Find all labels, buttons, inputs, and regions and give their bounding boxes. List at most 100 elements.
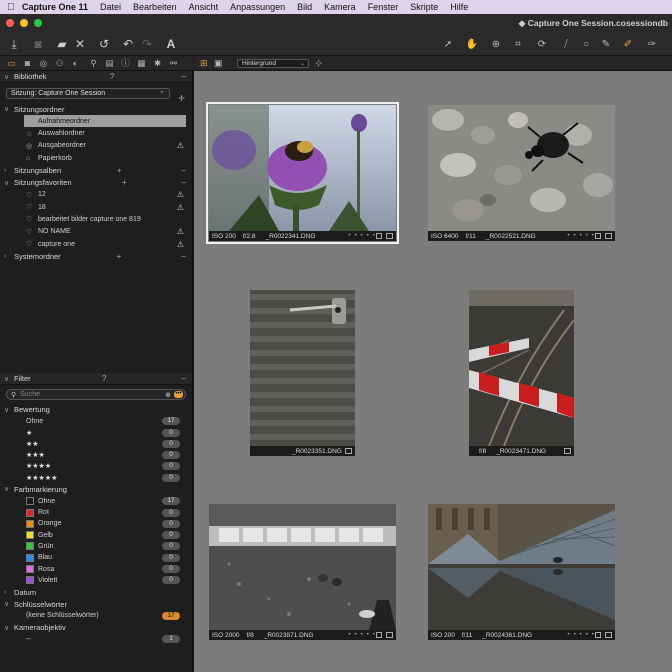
thumbnail-3[interactable]: _R0023351.DNG: [250, 290, 355, 456]
keystone-tool-icon[interactable]: ⧸: [558, 35, 574, 53]
pan-tool-icon[interactable]: ✋: [464, 35, 480, 53]
rating-filter-1[interactable]: ★ 0: [0, 427, 192, 438]
minimize-window-button[interactable]: [20, 19, 28, 27]
rating-filter-2[interactable]: ★★ 0: [0, 438, 192, 449]
filter-panel-header[interactable]: ∨ Filter ? –: [0, 373, 192, 386]
rating-dots[interactable]: • • • • •: [348, 232, 376, 239]
thumbnail-4[interactable]: f/8 _R0023471.DNG: [469, 290, 574, 456]
help-button[interactable]: ?: [102, 374, 106, 383]
panel-menu-button[interactable]: –: [182, 374, 186, 383]
spot-tool-icon[interactable]: ○: [578, 35, 594, 53]
folder-move-icon[interactable]: ▰: [53, 35, 71, 53]
brush-tool-icon[interactable]: ✎: [598, 35, 614, 53]
cursor-tool-icon[interactable]: ➚: [440, 35, 456, 53]
add-favorite-button[interactable]: +: [122, 178, 127, 187]
color-tag-checkbox[interactable]: [345, 448, 352, 454]
color-filter-orange[interactable]: Orange 0: [0, 518, 192, 529]
menu-bearbeiten[interactable]: Bearbeiten: [133, 2, 177, 12]
settings-tab-icon[interactable]: ✱: [152, 58, 163, 69]
favorite-item[interactable]: ♡ 12 ⚠: [0, 189, 192, 201]
thumbnail-5[interactable]: ISO 2000 f/8 _R0023871.DNG • • • • •: [209, 504, 396, 640]
close-window-button[interactable]: [6, 19, 14, 27]
date-header[interactable]: › Datum: [0, 586, 192, 598]
zoom-window-button[interactable]: [34, 19, 42, 27]
color-filter-ohne[interactable]: Ohne 17: [0, 496, 192, 507]
thumbnail-6[interactable]: ISO 200 f/11 _R0024361.DNG • • • • •: [428, 504, 615, 640]
menu-datei[interactable]: Datei: [100, 2, 121, 12]
filter-search[interactable]: ⚲ Suche ⊗ •••: [6, 389, 186, 401]
color-filter-blau[interactable]: Blau 0: [0, 552, 192, 563]
rotate-tool-icon[interactable]: ⟳: [534, 35, 550, 53]
thumbnail-2[interactable]: ISO 6400 f/11 _R0022521.DNG • • • • •: [428, 105, 615, 241]
color-filter-gruen[interactable]: Grün 0: [0, 541, 192, 552]
rating-filter-4[interactable]: ★★★★ 0: [0, 461, 192, 472]
menu-fenster[interactable]: Fenster: [368, 2, 399, 12]
camera-icon[interactable]: ◙: [29, 35, 47, 53]
session-albums-header[interactable]: › Sitzungsalben + −: [0, 164, 192, 176]
session-folders-header[interactable]: ∨ Sitzungsordner: [0, 103, 192, 115]
remove-album-button[interactable]: −: [181, 166, 186, 175]
color-filter-rosa[interactable]: Rosa 0: [0, 563, 192, 574]
panel-menu-button[interactable]: –: [182, 72, 186, 81]
folder-item-ausgabeordner[interactable]: ◎ Ausgabeordner ⚠: [0, 140, 192, 152]
text-overlay-icon[interactable]: A: [162, 35, 180, 53]
color-tag-checkbox[interactable]: [595, 233, 601, 239]
redo-icon[interactable]: ↷: [138, 35, 156, 53]
search-options-icon[interactable]: •••: [174, 391, 183, 399]
rating-header[interactable]: ∨ Bewertung: [0, 403, 192, 415]
add-system-folder-button[interactable]: +: [117, 252, 122, 261]
favorite-item[interactable]: ♡ capture one ⚠: [0, 238, 192, 250]
library-panel-header[interactable]: ∨ Bibliothek ? –: [0, 71, 192, 83]
output-tab-icon[interactable]: ▦: [136, 58, 147, 69]
menu-skripte[interactable]: Skripte: [410, 2, 438, 12]
menu-ansicht[interactable]: Ansicht: [189, 2, 219, 12]
apple-menu-icon[interactable]: : [0, 2, 22, 13]
grid-view-icon[interactable]: ⊞: [200, 58, 208, 69]
list-view-icon[interactable]: ▣: [214, 58, 223, 69]
keyword-filter-none[interactable]: (keine Schlüsselwörter) 17: [0, 610, 192, 621]
menu-hilfe[interactable]: Hilfe: [450, 2, 468, 12]
color-tab-icon[interactable]: ⚇: [54, 58, 65, 69]
lens-filter-none[interactable]: -- 1: [0, 634, 192, 645]
clear-search-icon[interactable]: ⊗: [165, 391, 171, 399]
keywords-header[interactable]: ∨ Schlüsselwörter: [0, 598, 192, 610]
details-tab-icon[interactable]: ⚲: [88, 58, 99, 69]
add-album-button[interactable]: +: [117, 166, 122, 175]
color-tag-checkbox[interactable]: [595, 632, 601, 638]
rating-filter-none[interactable]: Ohne 17: [0, 416, 192, 427]
rating-dots[interactable]: • • • • •: [567, 631, 595, 638]
folder-item-aufnahmeordner[interactable]: ◎ Aufnahmeordner: [24, 115, 186, 128]
lens-tab-icon[interactable]: ◎: [38, 58, 49, 69]
crop-tool-icon[interactable]: ⌗: [510, 35, 526, 53]
folder-item-papierkorb[interactable]: ⌂ Papierkorb: [0, 152, 192, 164]
delete-icon[interactable]: ✕: [71, 35, 89, 53]
color-tag-checkbox[interactable]: [376, 632, 382, 638]
remove-system-folder-button[interactable]: −: [181, 252, 186, 261]
rating-dots[interactable]: • • • • •: [348, 631, 376, 638]
session-select[interactable]: Sitzung: Capture One Session ⌃: [6, 88, 170, 99]
menu-kamera[interactable]: Kamera: [324, 2, 356, 12]
rating-dots[interactable]: • • • • •: [567, 232, 595, 239]
help-button[interactable]: ?: [110, 72, 114, 81]
system-folders-header[interactable]: › Systemordner + −: [0, 250, 192, 262]
styles-tab-icon[interactable]: ⚯: [168, 58, 179, 69]
remove-favorite-button[interactable]: −: [181, 178, 186, 187]
color-tag-checkbox[interactable]: [564, 448, 571, 454]
menu-bild[interactable]: Bild: [297, 2, 312, 12]
color-tag-checkbox[interactable]: [376, 233, 382, 239]
pin-icon[interactable]: ⊹: [315, 58, 323, 69]
search-input[interactable]: Suche: [20, 391, 40, 398]
thumbnail-1[interactable]: ISO 200 f/2.8 _R0022341.DNG • • • • •: [209, 105, 396, 241]
rating-filter-5[interactable]: ★★★★★ 0: [0, 472, 192, 483]
capture-tab-icon[interactable]: ◙: [22, 58, 33, 69]
rating-filter-3[interactable]: ★★★ 0: [0, 450, 192, 461]
favorite-item[interactable]: ♡ bearbeitet bilder capture one 819: [0, 213, 192, 225]
picker-tool-icon[interactable]: ✐: [620, 35, 636, 53]
lens-header[interactable]: ∨ Kameraobjektiv: [0, 622, 192, 634]
color-filter-gelb[interactable]: Gelb 0: [0, 529, 192, 540]
session-favorites-header[interactable]: ∨ Sitzungsfavoriten + −: [0, 177, 192, 189]
color-filter-rot[interactable]: Rot 0: [0, 507, 192, 518]
add-library-icon[interactable]: ✛: [178, 94, 185, 103]
color-filter-violett[interactable]: Violett 0: [0, 575, 192, 586]
exposure-tab-icon[interactable]: ◐: [70, 58, 81, 69]
